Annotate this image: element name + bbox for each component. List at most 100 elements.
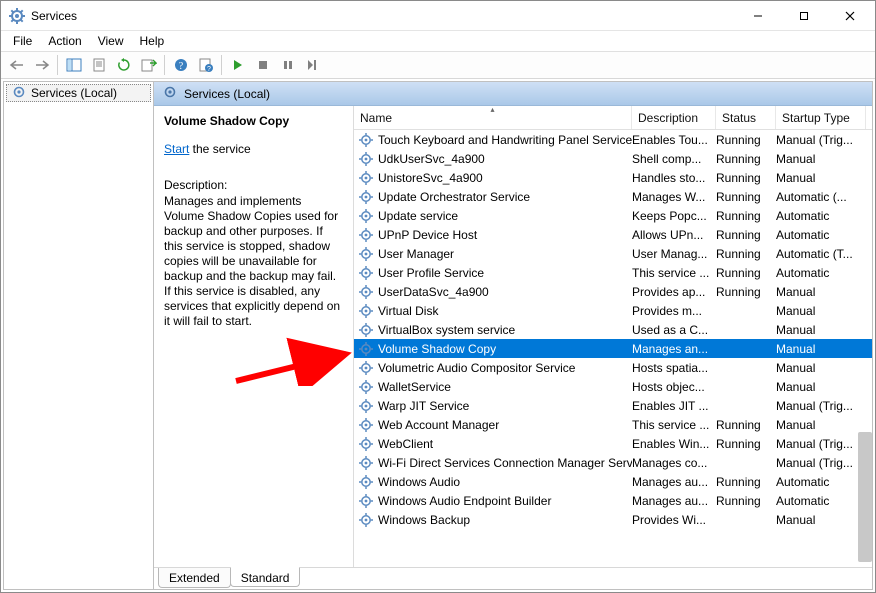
service-row[interactable]: Warp JIT ServiceEnables JIT ...Manual (T… <box>354 396 872 415</box>
service-row[interactable]: UserDataSvc_4a900Provides ap...RunningMa… <box>354 282 872 301</box>
service-row[interactable]: Windows AudioManages au...RunningAutomat… <box>354 472 872 491</box>
svg-text:?: ? <box>178 61 183 72</box>
service-name-cell: UPnP Device Host <box>378 228 477 242</box>
gear-icon <box>358 189 374 205</box>
service-startup-cell: Automatic <box>776 494 866 508</box>
pause-service-button[interactable] <box>276 54 299 77</box>
service-description-cell: Manages co... <box>632 456 716 470</box>
column-header-name[interactable]: Name ▴ <box>354 106 632 129</box>
service-row[interactable]: WalletServiceHosts objec...Manual <box>354 377 872 396</box>
column-header-startup-type[interactable]: Startup Type <box>776 106 866 129</box>
service-row[interactable]: UnistoreSvc_4a900Handles sto...RunningMa… <box>354 168 872 187</box>
vertical-scrollbar-thumb[interactable] <box>858 432 872 562</box>
toolbar: ? ? <box>1 51 875 79</box>
gear-icon <box>358 303 374 319</box>
service-row[interactable]: Virtual DiskProvides m...Manual <box>354 301 872 320</box>
service-row[interactable]: Update Orchestrator ServiceManages W...R… <box>354 187 872 206</box>
service-description-cell: Provides Wi... <box>632 513 716 527</box>
tree-node-services-local[interactable]: Services (Local) <box>6 84 151 102</box>
service-row[interactable]: Web Account ManagerThis service ...Runni… <box>354 415 872 434</box>
service-name-cell: WebClient <box>378 437 433 451</box>
service-status-cell: Running <box>716 133 776 147</box>
column-header-description[interactable]: Description <box>632 106 716 129</box>
help-topics-button[interactable]: ? <box>194 54 217 77</box>
service-name-cell: Volumetric Audio Compositor Service <box>378 361 575 375</box>
menu-view[interactable]: View <box>90 32 132 50</box>
menu-action[interactable]: Action <box>40 32 89 50</box>
service-description-cell: Shell comp... <box>632 152 716 166</box>
stop-service-button[interactable] <box>251 54 274 77</box>
export-list-button[interactable] <box>137 54 160 77</box>
toolbar-separator <box>221 55 222 75</box>
service-status-cell: Running <box>716 228 776 242</box>
service-status-cell: Running <box>716 418 776 432</box>
service-description-cell: Keeps Popc... <box>632 209 716 223</box>
service-status-cell: Running <box>716 171 776 185</box>
close-button[interactable] <box>827 1 873 31</box>
service-name-cell: Windows Audio <box>378 475 460 489</box>
minimize-button[interactable] <box>735 1 781 31</box>
service-row[interactable]: Windows Audio Endpoint BuilderManages au… <box>354 491 872 510</box>
restart-service-button[interactable] <box>301 54 324 77</box>
service-startup-cell: Manual <box>776 152 866 166</box>
tab-extended[interactable]: Extended <box>158 568 231 588</box>
forward-button[interactable] <box>30 54 53 77</box>
service-row[interactable]: UdkUserSvc_4a900Shell comp...RunningManu… <box>354 149 872 168</box>
tab-standard[interactable]: Standard <box>230 567 301 587</box>
service-status-cell: Running <box>716 475 776 489</box>
properties-button[interactable] <box>87 54 110 77</box>
start-suffix-text: the service <box>189 142 250 156</box>
service-row[interactable]: Touch Keyboard and Handwriting Panel Ser… <box>354 130 872 149</box>
gear-icon <box>358 246 374 262</box>
service-description-cell: Handles sto... <box>632 171 716 185</box>
show-hide-console-tree-button[interactable] <box>62 54 85 77</box>
service-list[interactable]: Touch Keyboard and Handwriting Panel Ser… <box>354 130 872 567</box>
service-row[interactable]: Update serviceKeeps Popc...RunningAutoma… <box>354 206 872 225</box>
service-description-cell: Enables Win... <box>632 437 716 451</box>
gear-icon <box>358 512 374 528</box>
menu-help[interactable]: Help <box>132 32 173 50</box>
service-row[interactable]: Volume Shadow CopyManages an...Manual <box>354 339 872 358</box>
svg-text:?: ? <box>207 66 211 72</box>
column-header-status[interactable]: Status <box>716 106 776 129</box>
service-row[interactable]: UPnP Device HostAllows UPn...RunningAuto… <box>354 225 872 244</box>
services-app-icon <box>9 8 25 24</box>
service-description-cell: This service ... <box>632 418 716 432</box>
service-startup-cell: Manual <box>776 285 866 299</box>
gear-icon <box>358 360 374 376</box>
service-startup-cell: Automatic (T... <box>776 247 866 261</box>
gear-icon <box>358 265 374 281</box>
service-row[interactable]: Wi-Fi Direct Services Connection Manager… <box>354 453 872 472</box>
gear-icon <box>358 132 374 148</box>
description-text: Manages and implements Volume Shadow Cop… <box>164 194 343 329</box>
gear-icon <box>358 436 374 452</box>
service-description-cell: Manages au... <box>632 475 716 489</box>
service-row[interactable]: User Profile ServiceThis service ...Runn… <box>354 263 872 282</box>
back-button[interactable] <box>5 54 28 77</box>
service-status-cell: Running <box>716 247 776 261</box>
gear-icon <box>358 170 374 186</box>
service-row[interactable]: Windows BackupProvides Wi...Manual <box>354 510 872 529</box>
start-service-button[interactable] <box>226 54 249 77</box>
menu-file[interactable]: File <box>5 32 40 50</box>
service-row[interactable]: User ManagerUser Manag...RunningAutomati… <box>354 244 872 263</box>
service-row[interactable]: VirtualBox system serviceUsed as a C...M… <box>354 320 872 339</box>
console-tree[interactable]: Services (Local) <box>4 82 154 589</box>
start-service-link[interactable]: Start <box>164 142 189 156</box>
service-description-cell: Manages au... <box>632 494 716 508</box>
service-description-cell: Allows UPn... <box>632 228 716 242</box>
service-description-cell: Provides m... <box>632 304 716 318</box>
gear-icon <box>358 284 374 300</box>
service-row[interactable]: WebClientEnables Win...RunningManual (Tr… <box>354 434 872 453</box>
result-pane-header: Services (Local) <box>154 82 872 106</box>
service-row[interactable]: Volumetric Audio Compositor ServiceHosts… <box>354 358 872 377</box>
service-description-cell: Provides ap... <box>632 285 716 299</box>
refresh-button[interactable] <box>112 54 135 77</box>
maximize-button[interactable] <box>781 1 827 31</box>
window-title: Services <box>31 9 735 23</box>
help-button[interactable]: ? <box>169 54 192 77</box>
service-name-cell: User Manager <box>378 247 454 261</box>
gear-icon <box>358 379 374 395</box>
service-status-cell: Running <box>716 437 776 451</box>
service-startup-cell: Manual <box>776 342 866 356</box>
